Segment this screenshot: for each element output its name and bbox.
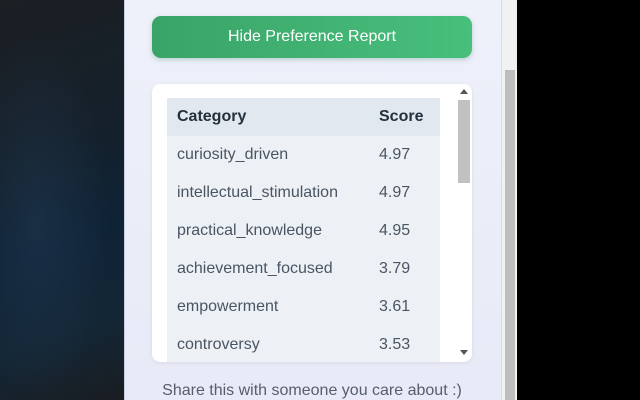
preference-report-card: Category Score curiosity_driven 4.97 int… [152, 84, 472, 362]
report-scrollbar-thumb[interactable] [458, 100, 470, 183]
share-message: Share this with someone you care about :… [162, 382, 462, 399]
score-cell: 4.97 [369, 136, 440, 174]
report-table-container[interactable]: Category Score curiosity_driven 4.97 int… [167, 98, 440, 362]
score-cell: 3.53 [369, 326, 440, 362]
background-left [0, 0, 124, 400]
preference-report-table: Category Score curiosity_driven 4.97 int… [167, 98, 440, 362]
score-cell: 4.97 [369, 174, 440, 212]
category-cell: controversy [167, 326, 369, 362]
hide-preference-report-button[interactable]: Hide Preference Report [152, 16, 472, 58]
category-column-header: Category [167, 98, 369, 136]
page-scrollbar-thumb[interactable] [505, 70, 515, 400]
report-scrollbar[interactable] [456, 84, 472, 362]
background-right [517, 0, 640, 400]
category-cell: empowerment [167, 288, 369, 326]
scroll-up-arrow-icon[interactable] [460, 89, 468, 94]
table-row: controversy 3.53 [167, 326, 440, 362]
category-cell: achievement_focused [167, 250, 369, 288]
score-cell: 3.79 [369, 250, 440, 288]
score-cell: 3.61 [369, 288, 440, 326]
score-cell: 4.95 [369, 212, 440, 250]
category-cell: intellectual_stimulation [167, 174, 369, 212]
scroll-down-arrow-icon[interactable] [460, 350, 468, 355]
table-row: curiosity_driven 4.97 [167, 136, 440, 174]
page-scrollbar[interactable] [501, 0, 517, 400]
table-row: intellectual_stimulation 4.97 [167, 174, 440, 212]
category-cell: curiosity_driven [167, 136, 369, 174]
table-row: practical_knowledge 4.95 [167, 212, 440, 250]
table-row: empowerment 3.61 [167, 288, 440, 326]
table-header-row: Category Score [167, 98, 440, 136]
table-row: achievement_focused 3.79 [167, 250, 440, 288]
score-column-header: Score [369, 98, 440, 136]
category-cell: practical_knowledge [167, 212, 369, 250]
